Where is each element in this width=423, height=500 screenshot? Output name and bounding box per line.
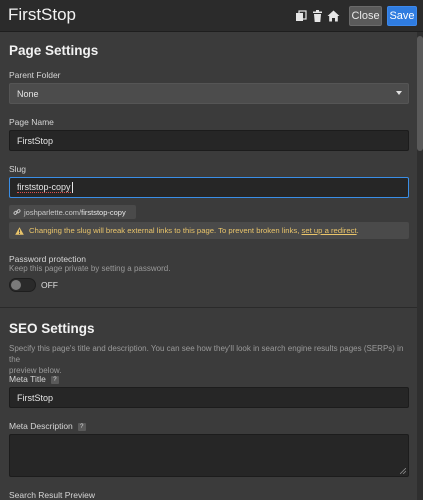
- page-name-input[interactable]: FirstStop: [9, 130, 409, 151]
- search-result-preview-label: Search Result Preview: [9, 490, 95, 500]
- seo-description-line-1: Specify this page's title and descriptio…: [9, 344, 404, 364]
- meta-description-label-text: Meta Description: [9, 421, 73, 431]
- parent-folder-label: Parent Folder: [9, 70, 61, 80]
- password-helper-text: Keep this page private by setting a pass…: [9, 264, 171, 273]
- page-url-link[interactable]: joshparlette.com/firststop-copy: [9, 205, 136, 219]
- page-settings-heading: Page Settings: [9, 43, 99, 58]
- settings-panel: Page Settings Parent Folder None Page Na…: [0, 32, 417, 500]
- home-icon[interactable]: [325, 8, 341, 24]
- help-icon[interactable]: ?: [50, 376, 59, 384]
- section-divider: [0, 307, 417, 308]
- password-toggle-state: OFF: [41, 280, 58, 290]
- meta-title-label: Meta Title?: [9, 374, 59, 384]
- resize-handle-icon[interactable]: [400, 468, 406, 474]
- meta-title-input[interactable]: FirstStop: [9, 387, 409, 408]
- password-toggle[interactable]: [9, 278, 36, 292]
- slug-input[interactable]: firststop-copy: [9, 177, 409, 198]
- meta-description-textarea[interactable]: [9, 434, 409, 477]
- seo-settings-heading: SEO Settings: [9, 321, 95, 336]
- url-slug: firststop-copy: [81, 207, 126, 217]
- url-base: joshparlette.com/: [24, 207, 82, 217]
- help-icon[interactable]: ?: [77, 423, 86, 431]
- warning-text: Changing the slug will break external li…: [29, 226, 300, 235]
- link-icon: [13, 209, 21, 215]
- save-button[interactable]: Save: [387, 6, 417, 26]
- text-cursor: [71, 182, 73, 193]
- meta-title-value: FirstStop: [17, 392, 54, 403]
- page-title: FirstStop: [8, 5, 77, 24]
- seo-description-line-2: preview below.: [9, 366, 62, 375]
- copy-icon[interactable]: [293, 8, 309, 24]
- trash-icon[interactable]: [309, 8, 325, 24]
- warning-icon: [15, 226, 24, 235]
- scrollbar-thumb[interactable]: [417, 36, 423, 151]
- warning-end: .: [356, 226, 359, 235]
- page-name-label: Page Name: [9, 117, 54, 127]
- chevron-down-icon: [396, 91, 402, 95]
- password-protection-label: Password protection: [9, 254, 87, 264]
- meta-description-label: Meta Description?: [9, 421, 86, 431]
- seo-description: Specify this page's title and descriptio…: [9, 343, 413, 376]
- setup-redirect-link[interactable]: set up a redirect: [302, 226, 357, 235]
- parent-folder-select[interactable]: None: [9, 83, 409, 104]
- toggle-knob: [11, 280, 21, 290]
- meta-title-label-text: Meta Title: [9, 374, 46, 384]
- page-name-value: FirstStop: [17, 135, 54, 146]
- slug-label: Slug: [9, 164, 27, 174]
- top-bar: FirstStop Close Save: [0, 0, 423, 32]
- slug-warning: Changing the slug will break external li…: [9, 222, 409, 239]
- parent-folder-value: None: [17, 88, 39, 99]
- close-button[interactable]: Close: [349, 6, 382, 26]
- slug-value: firststop-copy: [17, 182, 71, 193]
